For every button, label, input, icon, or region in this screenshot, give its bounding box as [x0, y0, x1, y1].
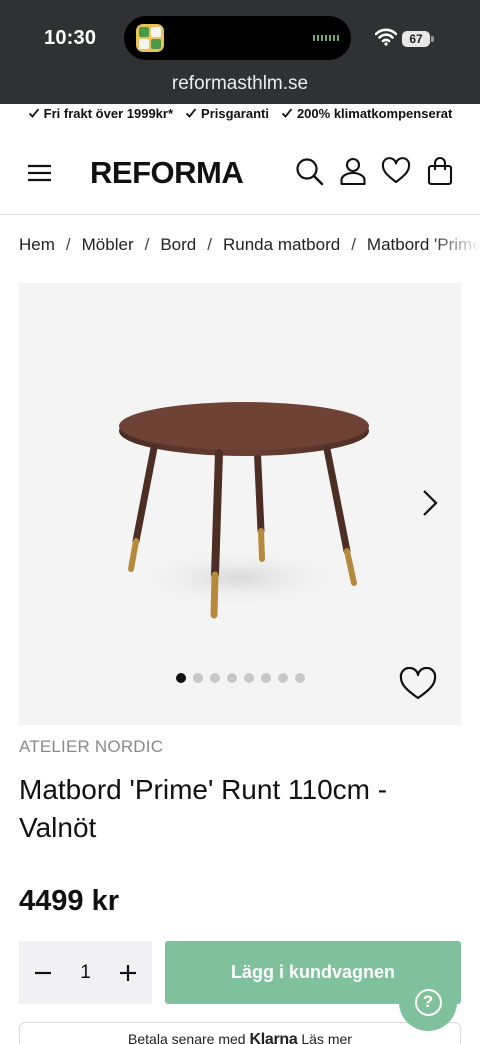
klarna-logo: Klarna — [249, 1031, 298, 1044]
breadcrumb-fade — [430, 230, 480, 260]
usp-label: 200% klimatkompenserat — [296, 105, 453, 121]
gallery-dot[interactable] — [244, 673, 254, 683]
usp-item: Prisgaranti — [185, 102, 269, 124]
gallery-dot[interactable] — [261, 673, 271, 683]
plus-icon[interactable] — [118, 963, 138, 983]
app-icon — [136, 24, 164, 52]
product-gallery[interactable] — [19, 283, 461, 725]
minus-icon[interactable] — [33, 963, 53, 983]
breadcrumb-link[interactable]: Bord — [160, 235, 196, 255]
account-icon[interactable] — [338, 156, 368, 186]
usp-item: Fri frakt över 1999kr* — [28, 102, 173, 124]
breadcrumb-separator: / — [351, 235, 356, 254]
klarna-prefix: Betala senare med — [128, 1031, 246, 1044]
breadcrumb-separator: / — [144, 235, 150, 254]
gallery-dot[interactable] — [193, 673, 203, 683]
wishlist-icon[interactable] — [381, 156, 411, 186]
cart-bag-icon[interactable] — [425, 156, 455, 186]
usp-bar: Fri frakt över 1999kr* Prisgaranti 200% … — [0, 102, 480, 124]
help-button[interactable]: ? — [399, 973, 457, 1031]
check-icon — [28, 108, 39, 118]
quantity-stepper: 1 — [19, 941, 152, 1004]
site-header: REFORMA — [0, 138, 480, 208]
battery-icon: 67 — [402, 31, 430, 47]
product-title: Matbord 'Prime' Runt 110cm - Valnöt — [19, 774, 388, 843]
quantity-value[interactable]: 1 — [71, 962, 101, 984]
breadcrumb-separator: / — [207, 235, 212, 254]
audio-level-icon — [313, 35, 339, 41]
dynamic-island — [124, 16, 351, 60]
usp-label: Prisgaranti — [201, 105, 269, 121]
chevron-right-icon[interactable] — [419, 487, 443, 519]
wifi-icon — [375, 28, 397, 46]
gallery-dot[interactable] — [176, 673, 186, 683]
gallery-dot[interactable] — [295, 673, 305, 683]
product-image — [119, 402, 369, 619]
breadcrumb-link[interactable]: Möbler — [82, 235, 134, 255]
breadcrumb-link[interactable]: Hem — [19, 235, 55, 255]
gallery-dot[interactable] — [210, 673, 220, 683]
gallery-dot[interactable] — [227, 673, 237, 683]
usp-label: Fri frakt över 1999kr* — [43, 105, 174, 121]
klarna-banner[interactable]: Betala senare med Klarna Läs mer — [19, 1022, 461, 1044]
breadcrumb-link[interactable]: Runda matbord — [223, 235, 340, 255]
site-logo[interactable]: REFORMA — [90, 155, 244, 191]
gallery-dot[interactable] — [278, 673, 288, 683]
search-icon[interactable] — [294, 156, 324, 186]
breadcrumb-separator: / — [65, 235, 71, 254]
heart-icon[interactable] — [399, 667, 437, 701]
product-price: 4499 kr — [19, 885, 119, 917]
status-time: 10:30 — [44, 27, 97, 49]
usp-item: 200% klimatkompenserat — [281, 102, 452, 124]
check-icon — [281, 108, 293, 118]
klarna-read-more-link[interactable]: Läs mer — [301, 1031, 352, 1044]
product-brand[interactable]: ATELIER NORDIC — [19, 737, 163, 757]
check-icon — [185, 108, 197, 118]
status-bar: 10:30 67 — [0, 0, 480, 66]
hamburger-menu-icon[interactable] — [24, 158, 54, 188]
header-divider — [0, 214, 480, 215]
gallery-pagination — [176, 673, 305, 683]
breadcrumb: Hem/Möbler/Bord/Runda matbord/Matbord 'P… — [19, 235, 480, 259]
battery-tip — [431, 36, 434, 42]
browser-url-bar[interactable]: reformasthlm.se — [0, 66, 480, 104]
url-text[interactable]: reformasthlm.se — [0, 73, 480, 95]
question-icon: ? — [414, 988, 442, 1016]
